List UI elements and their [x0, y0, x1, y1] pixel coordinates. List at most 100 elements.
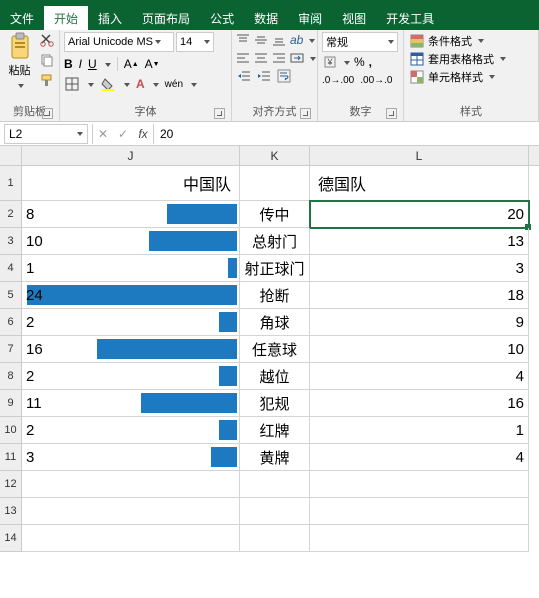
italic-button[interactable]: I — [79, 56, 82, 72]
phonetic-button[interactable]: wén — [165, 76, 183, 92]
cell[interactable]: 传中 — [240, 201, 310, 228]
enter-icon[interactable]: ✓ — [113, 127, 133, 141]
font-dialog-launcher[interactable] — [214, 108, 225, 119]
cell[interactable]: 角球 — [240, 309, 310, 336]
align-center-button[interactable] — [254, 50, 268, 66]
cell[interactable]: 犯规 — [240, 390, 310, 417]
clipboard-dialog-launcher[interactable] — [42, 108, 53, 119]
decrease-decimal-button[interactable]: .00→.0 — [360, 72, 392, 88]
align-right-button[interactable] — [272, 50, 286, 66]
cell[interactable]: 11 — [22, 390, 240, 417]
tab-insert[interactable]: 插入 — [88, 6, 132, 30]
cell[interactable]: 3 — [22, 444, 240, 471]
cell[interactable]: 3 — [310, 255, 529, 282]
fill-color-button[interactable] — [100, 76, 116, 92]
merge-button[interactable] — [290, 50, 304, 66]
cell[interactable] — [22, 471, 240, 498]
col-header-K[interactable]: K — [240, 146, 310, 165]
cell[interactable]: 8 — [22, 201, 240, 228]
cell[interactable]: 10 — [22, 228, 240, 255]
cell-styles-button[interactable]: 单元格样式 — [408, 68, 534, 86]
comma-button[interactable]: , — [369, 54, 372, 70]
cell[interactable]: 1 — [22, 255, 240, 282]
format-as-table-button[interactable]: 套用表格格式 — [408, 50, 534, 68]
fx-icon[interactable]: fx — [133, 127, 153, 141]
tab-home[interactable]: 开始 — [44, 6, 88, 30]
increase-indent-button[interactable] — [256, 68, 272, 84]
underline-caret[interactable] — [103, 57, 111, 71]
cell[interactable]: 任意球 — [240, 336, 310, 363]
orientation-button[interactable]: ab — [290, 32, 303, 48]
row-header[interactable]: 3 — [0, 228, 22, 255]
formula-input[interactable]: 20 — [154, 127, 539, 141]
col-header-L[interactable]: L — [310, 146, 529, 165]
number-dialog-launcher[interactable] — [386, 108, 397, 119]
wrap-text-button[interactable] — [276, 68, 292, 84]
row-header[interactable]: 4 — [0, 255, 22, 282]
cell[interactable]: 18 — [310, 282, 529, 309]
orientation-caret[interactable] — [307, 33, 315, 47]
merge-caret[interactable] — [308, 51, 316, 65]
cell[interactable] — [310, 525, 529, 552]
row-header[interactable]: 13 — [0, 498, 22, 525]
cancel-icon[interactable]: ✕ — [93, 127, 113, 141]
cell[interactable] — [240, 525, 310, 552]
row-header[interactable]: 6 — [0, 309, 22, 336]
cell[interactable]: 黄牌 — [240, 444, 310, 471]
row-header[interactable]: 9 — [0, 390, 22, 417]
cell[interactable]: 10 — [310, 336, 529, 363]
phonetic-caret[interactable] — [189, 77, 197, 91]
tab-formulas[interactable]: 公式 — [200, 6, 244, 30]
tab-data[interactable]: 数据 — [244, 6, 288, 30]
cell[interactable] — [240, 166, 310, 201]
cell[interactable] — [22, 498, 240, 525]
row-header[interactable]: 2 — [0, 201, 22, 228]
paste-caret-icon[interactable] — [16, 78, 24, 92]
row-header[interactable]: 10 — [0, 417, 22, 444]
align-left-button[interactable] — [236, 50, 250, 66]
cell[interactable]: 射正球门 — [240, 255, 310, 282]
align-top-button[interactable] — [236, 32, 250, 48]
row-header[interactable]: 1 — [0, 166, 22, 201]
row-header[interactable]: 14 — [0, 525, 22, 552]
cell[interactable]: 9 — [310, 309, 529, 336]
tab-view[interactable]: 视图 — [332, 6, 376, 30]
cell[interactable]: 24 — [22, 282, 240, 309]
cell[interactable]: 2 — [22, 417, 240, 444]
borders-caret[interactable] — [86, 77, 94, 91]
cell[interactable]: 16 — [22, 336, 240, 363]
borders-button[interactable] — [64, 76, 80, 92]
accounting-format-button[interactable]: ¥ — [322, 54, 338, 70]
cell[interactable]: 2 — [22, 309, 240, 336]
cell[interactable]: 中国队 — [22, 166, 240, 201]
name-box[interactable]: L2 — [4, 124, 88, 144]
tab-developer[interactable]: 开发工具 — [376, 6, 444, 30]
tab-review[interactable]: 审阅 — [288, 6, 332, 30]
accounting-caret[interactable] — [342, 55, 350, 69]
underline-button[interactable]: U — [88, 56, 97, 72]
font-color-caret[interactable] — [151, 77, 159, 91]
cell[interactable]: 4 — [310, 444, 529, 471]
cell[interactable]: 13 — [310, 228, 529, 255]
cell[interactable]: 16 — [310, 390, 529, 417]
row-header[interactable]: 12 — [0, 471, 22, 498]
cell[interactable] — [240, 498, 310, 525]
tab-file[interactable]: 文件 — [0, 6, 44, 30]
font-name-select[interactable]: Arial Unicode MS — [64, 32, 174, 52]
cut-icon[interactable] — [39, 32, 55, 48]
font-color-button[interactable]: A — [136, 76, 145, 92]
fill-color-caret[interactable] — [122, 77, 130, 91]
align-dialog-launcher[interactable] — [300, 108, 311, 119]
cell[interactable]: 越位 — [240, 363, 310, 390]
copy-icon[interactable] — [39, 52, 55, 68]
font-size-select[interactable]: 14 — [176, 32, 214, 52]
number-format-select[interactable]: 常规 — [322, 32, 398, 52]
cell[interactable]: 抢断 — [240, 282, 310, 309]
decrease-indent-button[interactable] — [236, 68, 252, 84]
cell[interactable]: 2 — [22, 363, 240, 390]
row-header[interactable]: 8 — [0, 363, 22, 390]
cell[interactable] — [310, 471, 529, 498]
cell[interactable]: 红牌 — [240, 417, 310, 444]
cell[interactable] — [310, 498, 529, 525]
increase-decimal-button[interactable]: .0→.00 — [322, 72, 354, 88]
